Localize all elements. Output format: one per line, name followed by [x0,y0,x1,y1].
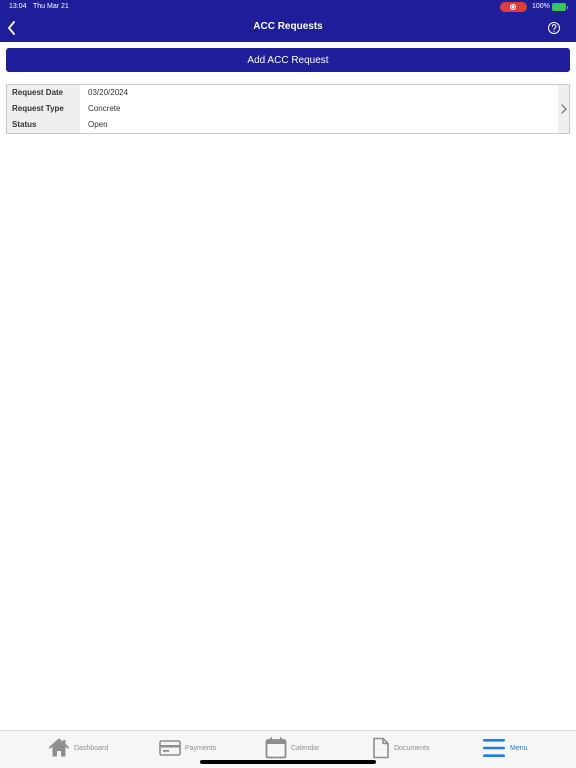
battery-percentage: 100% [532,3,550,10]
request-date-row: Request Date 03/20/2024 [7,85,559,101]
tab-label: Payments [185,744,217,752]
add-acc-request-button[interactable]: Add ACC Request [6,48,570,72]
status-row: Status Open [7,117,559,133]
calendar-icon [265,737,287,759]
home-icon [48,738,70,757]
tab-menu[interactable]: Menu [482,731,528,765]
credit-card-icon [159,740,181,756]
help-icon[interactable] [547,21,561,35]
status-value: Open [88,120,108,129]
menu-icon [483,739,505,757]
navigation-bar: ACC Requests [0,14,576,42]
acc-request-card[interactable]: Request Date 03/20/2024 Request Type Con… [6,84,570,134]
tab-label: Calendar [291,744,320,752]
request-type-row: Request Type Concrete [7,101,559,117]
chevron-right-icon [561,104,567,114]
tab-documents[interactable]: Documents [372,731,429,765]
request-type-value: Concrete [88,104,121,113]
request-date-value: 03/20/2024 [88,88,129,97]
card-chevron-area[interactable] [558,85,569,133]
document-icon [373,737,389,759]
battery-icon [552,3,568,11]
page-title: ACC Requests [253,21,323,32]
tab-dashboard[interactable]: Dashboard [48,731,108,765]
tab-label: Menu [510,744,528,752]
screen-recording-icon[interactable] [500,2,527,12]
tab-label: Dashboard [74,744,109,752]
tab-label: Documents [394,744,430,752]
request-date-label: Request Date [12,88,64,97]
home-indicator[interactable] [200,760,376,764]
request-type-label: Request Type [12,104,64,113]
status-bar: 13:04 Thu Mar 21 100% [0,0,576,14]
status-time: 13:04 [9,3,27,10]
status-date: Thu Mar 21 [33,3,69,10]
status-label: Status [12,120,37,129]
